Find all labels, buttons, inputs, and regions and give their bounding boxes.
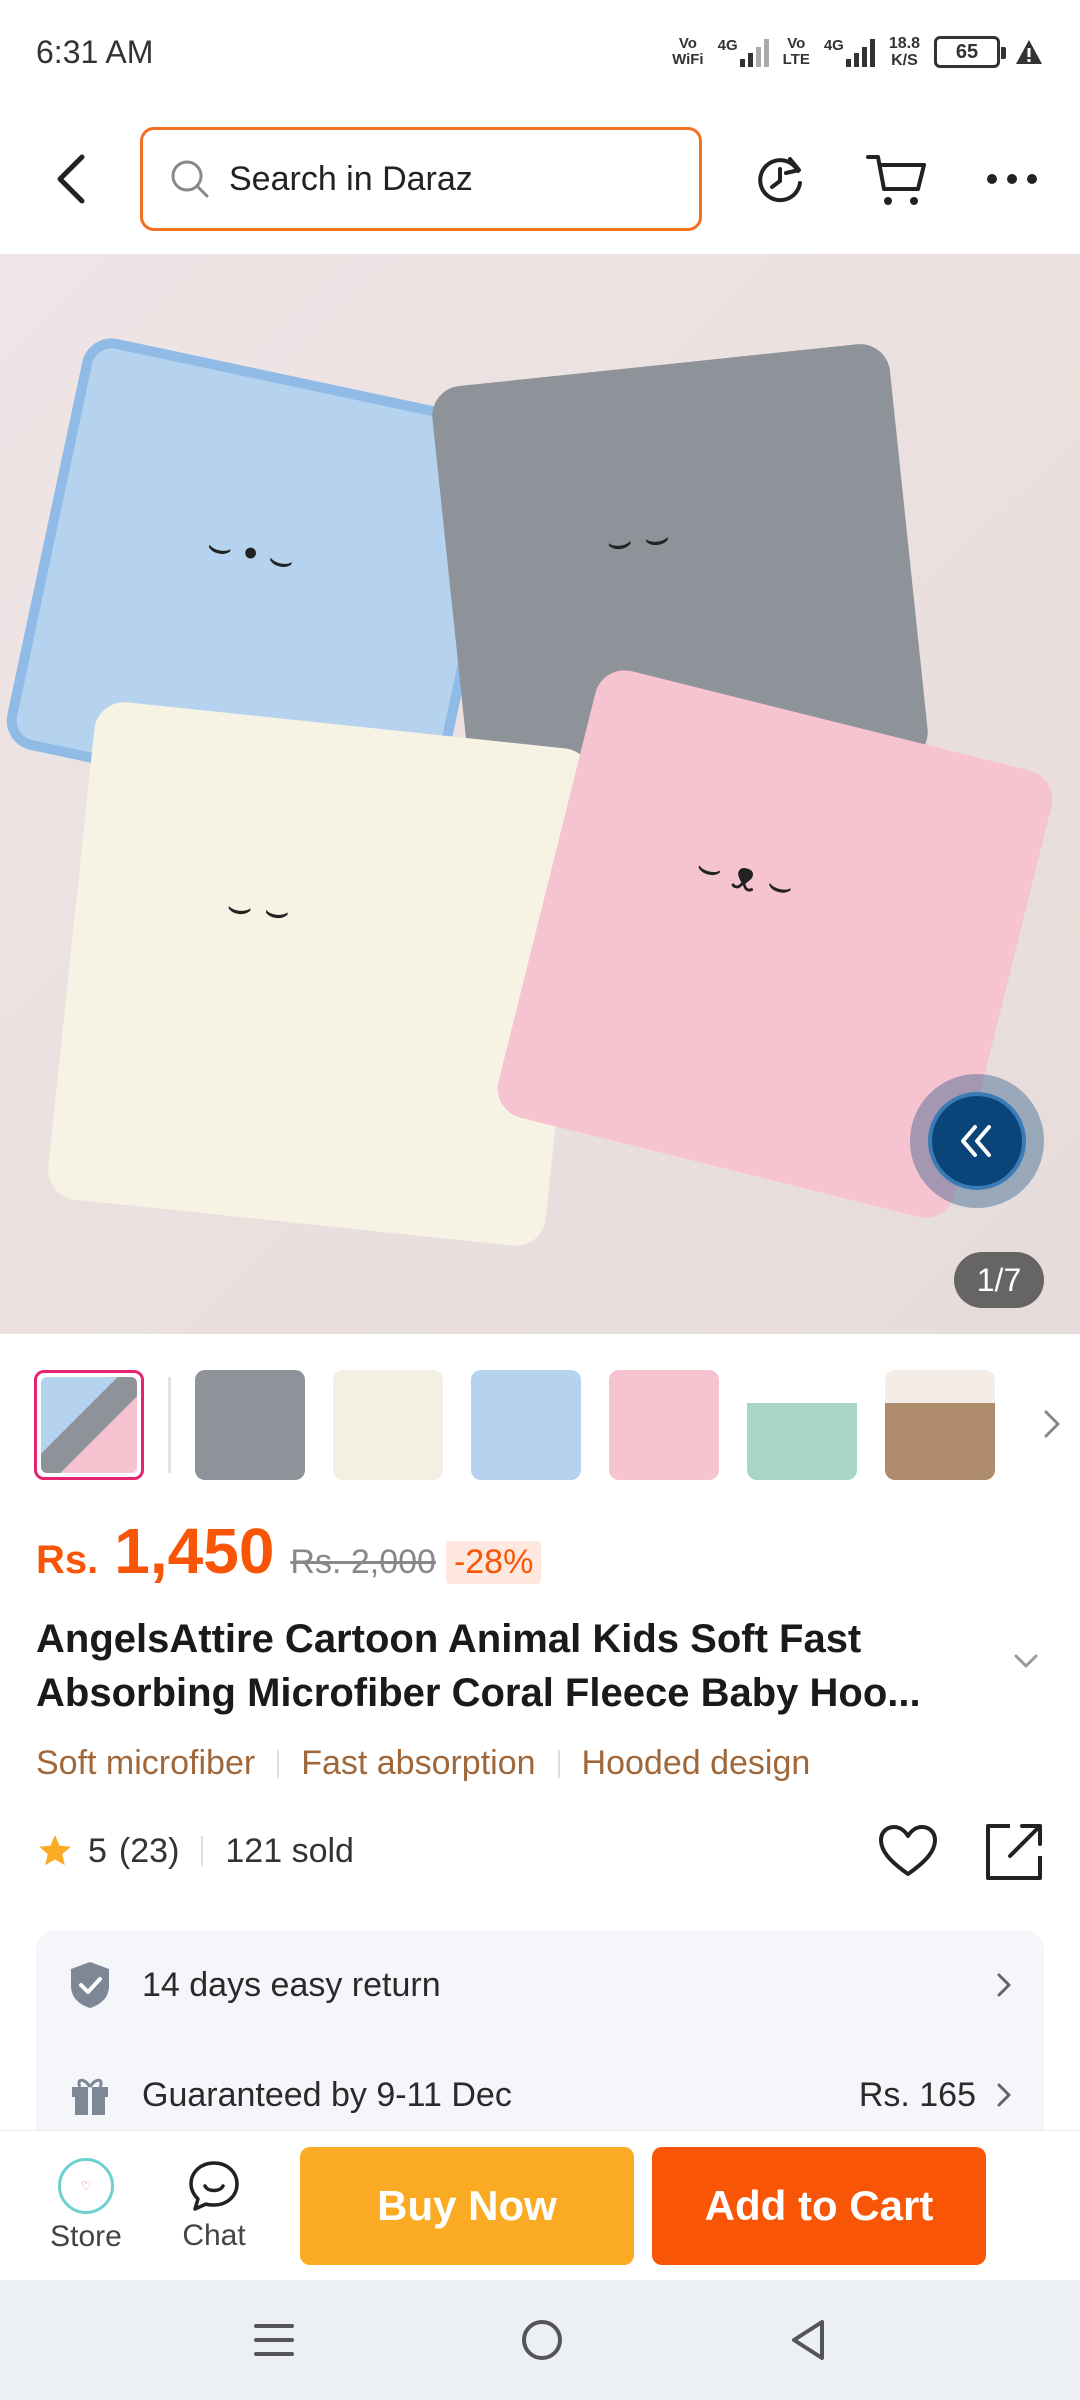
back-icon bbox=[57, 154, 85, 204]
heart-icon[interactable] bbox=[878, 1824, 938, 1878]
tag: Hooded design bbox=[581, 1744, 811, 1782]
price-row: Rs. 1,450 Rs. 2,000 -28% bbox=[36, 1514, 542, 1588]
thumbnail[interactable] bbox=[609, 1370, 719, 1480]
network-label-2: Vo LTE bbox=[782, 35, 810, 68]
search-input[interactable]: Search in Daraz bbox=[140, 127, 702, 231]
collapse-icon bbox=[961, 1125, 991, 1157]
thumbnail[interactable] bbox=[195, 1370, 305, 1480]
product-image[interactable]: ⌣ • ⌣ ⌣ ⌣ ⌣ ⌣ ⌣ ᴥ ⌣ 1/7 bbox=[0, 254, 1080, 1334]
add-to-cart-button[interactable]: Add to Cart bbox=[652, 2146, 986, 2265]
status-bar: 6:31 AM Vo WiFi 4G Vo LTE 4G 18.8 K/S 65 bbox=[0, 0, 1080, 104]
nav-actions bbox=[736, 135, 1056, 223]
thumbnail[interactable] bbox=[471, 1370, 581, 1480]
discount-badge: -28% bbox=[445, 1541, 542, 1584]
thumbnail[interactable] bbox=[333, 1370, 443, 1480]
star-icon bbox=[39, 1835, 71, 1866]
network-label-1: Vo WiFi bbox=[672, 35, 704, 68]
delivery-text: Guaranteed by 9-11 Dec bbox=[142, 2075, 512, 2114]
network-speed: 18.8 K/S bbox=[888, 35, 920, 69]
history-icon bbox=[758, 157, 802, 203]
shield-check-icon bbox=[71, 1962, 109, 2008]
status-time: 6:31 AM bbox=[36, 33, 154, 70]
product-title: AngelsAttire Cartoon Animal Kids Soft Fa… bbox=[36, 1617, 921, 1715]
more-button[interactable] bbox=[968, 135, 1056, 223]
current-price: 1,450 bbox=[114, 1515, 275, 1587]
store-button[interactable]: ♡ Store bbox=[22, 2157, 150, 2254]
review-count: (23) bbox=[118, 1831, 180, 1870]
chat-button[interactable]: Chat bbox=[150, 2159, 278, 2253]
tag: Soft microfiber bbox=[36, 1744, 256, 1782]
history-button[interactable] bbox=[736, 135, 824, 223]
more-icon bbox=[987, 174, 1037, 184]
alert-icon bbox=[1016, 40, 1042, 64]
price-currency: Rs. bbox=[36, 1538, 99, 1582]
return-policy-text: 14 days easy return bbox=[142, 1965, 441, 2004]
sold-count: 121 sold bbox=[225, 1831, 354, 1870]
cream-towel-image: ⌣ ⌣ bbox=[45, 699, 595, 1249]
share-icon[interactable] bbox=[984, 1820, 1046, 1882]
chat-label: Chat bbox=[182, 2218, 246, 2252]
thumbnail[interactable] bbox=[747, 1370, 857, 1480]
search-icon bbox=[171, 160, 209, 198]
cart-icon bbox=[866, 155, 926, 205]
signal-1: 4G bbox=[718, 37, 769, 67]
chat-icon bbox=[189, 2160, 239, 2211]
chevron-right-icon bbox=[1044, 1410, 1060, 1438]
thumbnail[interactable] bbox=[885, 1370, 995, 1480]
service-card: 14 days easy return Guaranteed by 9-11 D… bbox=[36, 1930, 1044, 2130]
thumbnail[interactable] bbox=[34, 1370, 144, 1480]
collapse-button[interactable] bbox=[910, 1074, 1044, 1208]
rating-value: 5 bbox=[88, 1831, 107, 1870]
buy-now-button[interactable]: Buy Now bbox=[300, 2146, 634, 2265]
gift-icon bbox=[72, 2078, 108, 2115]
rating-summary[interactable]: 5 (23) bbox=[36, 1832, 179, 1871]
return-policy-row[interactable]: 14 days easy return bbox=[36, 1930, 1044, 2040]
chevron-down-icon bbox=[1014, 1654, 1038, 1668]
store-logo-icon: ♡ bbox=[58, 2157, 114, 2214]
tag: Fast absorption bbox=[301, 1744, 536, 1782]
expand-title-button[interactable] bbox=[1012, 1652, 1040, 1675]
thumbnail-strip bbox=[34, 1368, 1080, 1482]
home-circle-icon[interactable] bbox=[520, 2318, 564, 2362]
delivery-fee: Rs. 165 bbox=[858, 2075, 976, 2114]
menu-icon[interactable] bbox=[252, 2320, 296, 2360]
system-navigation-bar bbox=[0, 2280, 1080, 2400]
image-page-indicator: 1/7 bbox=[954, 1252, 1044, 1308]
status-icons: Vo WiFi 4G Vo LTE 4G 18.8 K/S 65 bbox=[672, 35, 1044, 69]
back-button[interactable] bbox=[24, 131, 120, 227]
signal-bars-icon bbox=[845, 37, 875, 67]
battery-icon: 65 bbox=[934, 36, 1006, 68]
original-price: Rs. 2,000 bbox=[290, 1543, 436, 1581]
product-tags: Soft microfiber Fast absorption Hooded d… bbox=[36, 1744, 810, 1783]
signal-2: 4G bbox=[824, 37, 875, 67]
search-placeholder: Search in Daraz bbox=[229, 159, 473, 198]
thumbnail-next-button[interactable] bbox=[1042, 1408, 1062, 1445]
top-navigation: Search in Daraz bbox=[0, 104, 1080, 254]
signal-bars-icon bbox=[739, 37, 769, 67]
chevron-right-icon bbox=[997, 2083, 1011, 2107]
chevron-right-icon bbox=[997, 1973, 1011, 1997]
store-label: Store bbox=[50, 2219, 122, 2253]
rating-row: 5 (23) 121 sold bbox=[36, 1820, 1046, 1882]
cart-button[interactable] bbox=[852, 135, 940, 223]
back-triangle-icon[interactable] bbox=[788, 2318, 828, 2362]
product-actions bbox=[878, 1820, 1046, 1882]
bottom-action-bar: ♡ Store Chat Buy Now Add to Cart bbox=[0, 2130, 1080, 2280]
